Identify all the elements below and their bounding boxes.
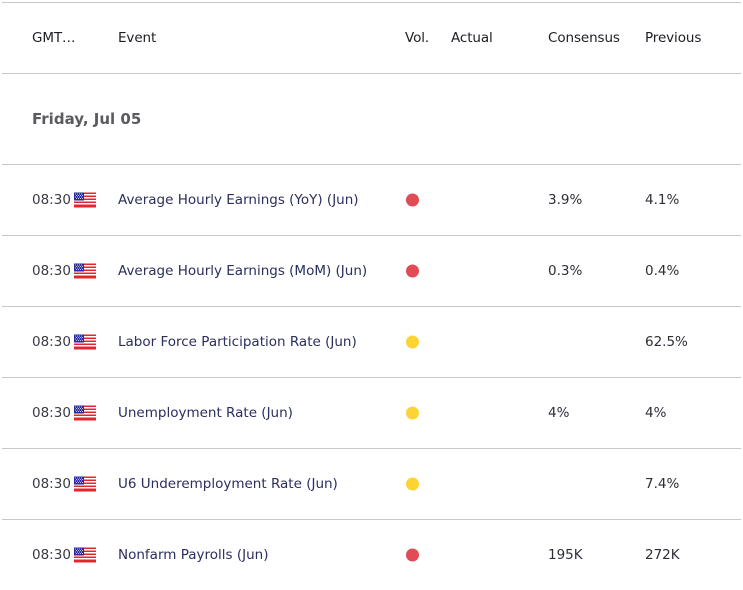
event-time: 08:30	[32, 263, 71, 279]
event-name[interactable]: Average Hourly Earnings (MoM) (Jun)	[118, 263, 367, 279]
event-consensus: 0.3%	[548, 263, 583, 279]
date-label: Friday, Jul 05	[32, 110, 142, 128]
event-consensus: 4%	[548, 405, 570, 421]
event-previous: 4.1%	[645, 192, 680, 208]
header-actual: Actual	[451, 30, 493, 46]
event-time: 08:30	[32, 192, 71, 208]
event-name[interactable]: Labor Force Participation Rate (Jun)	[118, 334, 357, 350]
event-row[interactable]: 08:30 Average Hourly Earnings (MoM) (Jun…	[2, 236, 741, 307]
event-name[interactable]: Average Hourly Earnings (YoY) (Jun)	[118, 192, 359, 208]
us-flag-icon	[74, 263, 96, 279]
event-name[interactable]: U6 Underemployment Rate (Jun)	[118, 476, 338, 492]
high-volatility-icon	[406, 264, 419, 278]
medium-volatility-icon	[406, 477, 419, 491]
high-volatility-icon	[406, 548, 419, 562]
event-row[interactable]: 08:30 Labor Force Participation Rate (Ju…	[2, 307, 741, 378]
header-consensus: Consensus	[548, 30, 620, 46]
economic-calendar-table: GMT… Event Vol. Actual Consensus Previou…	[2, 2, 741, 590]
event-time: 08:30	[32, 476, 71, 492]
event-row[interactable]: 08:30 Unemployment Rate (Jun) 4% 4%	[2, 378, 741, 449]
event-previous: 7.4%	[645, 476, 680, 492]
event-consensus: 195K	[548, 547, 583, 563]
event-time: 08:30	[32, 334, 71, 350]
event-time: 08:30	[32, 405, 71, 421]
event-name[interactable]: Unemployment Rate (Jun)	[118, 405, 293, 421]
date-group-row: Friday, Jul 05	[2, 74, 741, 165]
medium-volatility-icon	[406, 335, 419, 349]
header-time[interactable]: GMT…	[32, 30, 76, 46]
header-event: Event	[118, 30, 157, 46]
event-consensus: 3.9%	[548, 192, 583, 208]
event-previous: 62.5%	[645, 334, 688, 350]
event-previous: 272K	[645, 547, 680, 563]
event-name[interactable]: Nonfarm Payrolls (Jun)	[118, 547, 268, 563]
us-flag-icon	[74, 334, 96, 350]
us-flag-icon	[74, 476, 96, 492]
us-flag-icon	[74, 547, 96, 563]
event-row[interactable]: 08:30 Nonfarm Payrolls (Jun) 195K 272K	[2, 520, 741, 590]
header-volatility: Vol.	[405, 30, 430, 46]
medium-volatility-icon	[406, 406, 419, 420]
event-row[interactable]: 08:30 Average Hourly Earnings (YoY) (Jun…	[2, 165, 741, 236]
event-row[interactable]: 08:30 U6 Underemployment Rate (Jun) 7.4%	[2, 449, 741, 520]
header-previous: Previous	[645, 30, 702, 46]
us-flag-icon	[74, 192, 96, 208]
high-volatility-icon	[406, 193, 419, 207]
event-previous: 0.4%	[645, 263, 680, 279]
event-time: 08:30	[32, 547, 71, 563]
event-previous: 4%	[645, 405, 667, 421]
us-flag-icon	[74, 405, 96, 421]
table-header: GMT… Event Vol. Actual Consensus Previou…	[2, 3, 741, 74]
